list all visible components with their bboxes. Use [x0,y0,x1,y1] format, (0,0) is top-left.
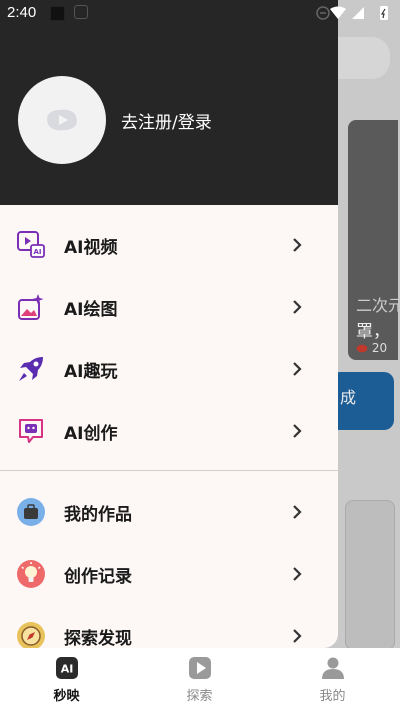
robot-chat-icon [19,419,43,443]
chevron-right-icon [293,300,302,314]
tab-label: 我的 [319,689,346,704]
drawer-header: 去注册/登录 [0,0,338,205]
tab-miaoying[interactable]: AI 秒映 [0,648,133,710]
play-icon [189,657,211,679]
card-title-text: 二次元 [356,296,398,315]
video-icon: AI [17,231,45,258]
card-views: 20 [356,341,387,355]
tab-explore[interactable]: 探索 [133,648,266,710]
tab-label: 秒映 [53,689,80,704]
menu-item-ai-drawing[interactable]: AI绘图 [0,278,338,336]
chevron-right-icon [293,567,302,581]
avatar[interactable] [18,76,106,164]
user-icon [322,657,344,679]
chevron-right-icon [293,629,302,643]
rocket-icon [19,357,43,381]
status-bar: 2:40 [0,0,400,28]
card-views-count: 20 [371,341,388,355]
ai-icon: AI [56,657,78,679]
menu-label: AI绘图 [64,300,118,320]
bulb-icon [17,560,45,588]
background-generate-button: 成 [330,372,394,430]
chevron-right-icon [293,362,302,376]
card-subtitle-text: 罩， [356,322,390,342]
tab-label: 探索 [186,689,213,704]
bottom-nav: AI 秒映 探索 我的 [0,648,400,710]
menu-item-my-works[interactable]: 我的作品 [0,483,338,541]
svg-text:AI: AI [61,663,74,676]
compass-icon [17,622,45,648]
notification-icon [50,6,65,21]
alert-icon [74,5,88,19]
menu-divider [0,470,338,471]
eye-icon [356,344,368,353]
menu-item-creation-history[interactable]: 创作记录 [0,545,338,603]
chevron-right-icon [293,505,302,519]
menu-item-ai-video[interactable]: AI AI视频 [0,216,338,274]
background-search-bar [338,37,390,79]
menu-item-explore-discover[interactable]: 探索发现 [0,607,338,648]
menu-label: AI创作 [64,424,118,444]
menu-label: 创作记录 [64,567,132,587]
generate-button-label: 成 [340,388,357,407]
status-time: 2:40 [7,4,37,21]
background-content-card: 二次元 罩， 20 [348,120,398,360]
chevron-right-icon [293,424,302,438]
system-icons [316,6,388,20]
menu-label: 探索发现 [64,629,132,648]
side-drawer: 去注册/登录 AI AI视频 AI绘图 AI趣玩 AI创作 我的作品 创作记录 … [0,0,338,648]
background-lower-card [345,500,395,650]
chevron-right-icon [293,238,302,252]
briefcase-icon [17,498,45,526]
menu-item-ai-fun[interactable]: AI趣玩 [0,340,338,398]
app-logo-icon [47,109,77,131]
menu-item-ai-create[interactable]: AI创作 [0,402,338,460]
svg-text:AI: AI [33,248,41,256]
tab-mine[interactable]: 我的 [266,648,399,710]
menu-label: 我的作品 [64,505,132,525]
paint-icon [18,294,44,320]
menu-label: AI趣玩 [64,362,118,382]
menu-label: AI视频 [64,238,118,258]
login-register-link[interactable]: 去注册/登录 [121,108,212,133]
